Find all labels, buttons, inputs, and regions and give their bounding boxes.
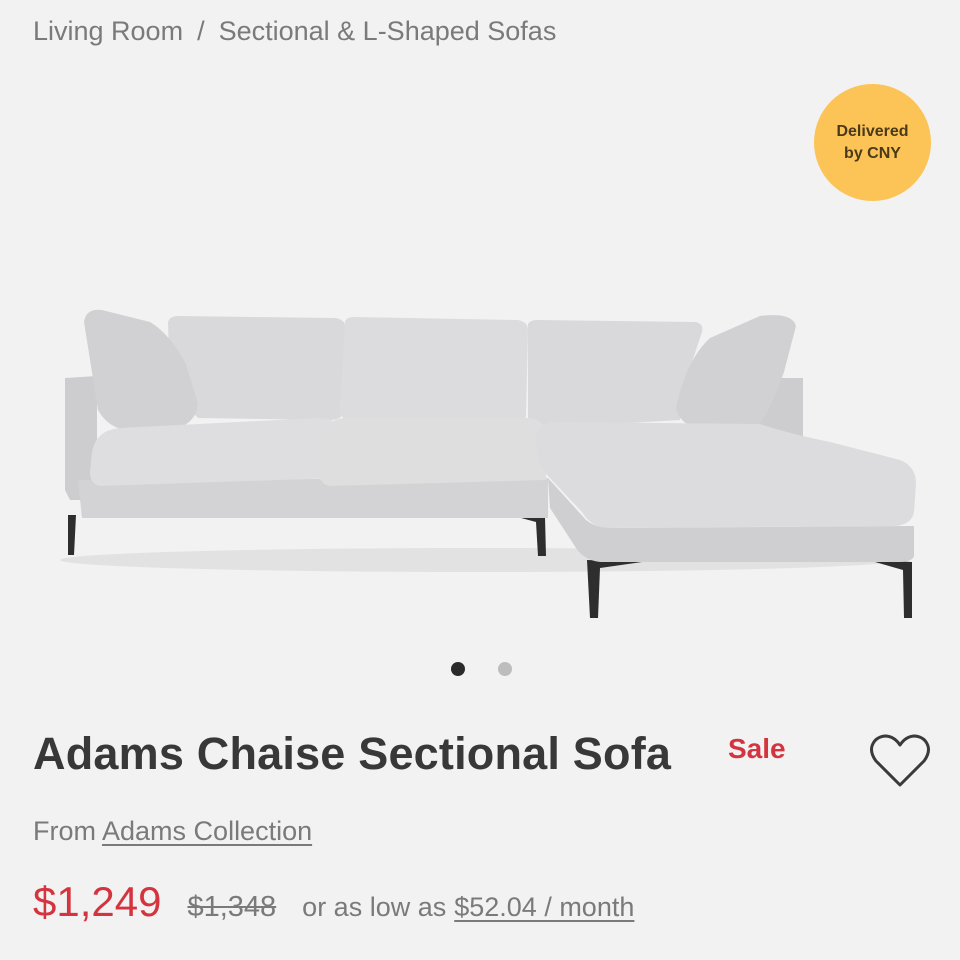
- carousel-indicator: [0, 662, 960, 678]
- breadcrumb-item-living-room[interactable]: Living Room: [33, 16, 183, 46]
- sale-label: Sale: [728, 733, 786, 764]
- product-title-row: Adams Chaise Sectional Sofa: [33, 728, 671, 780]
- breadcrumb: Living Room / Sectional & L-Shaped Sofas: [33, 16, 556, 47]
- financing-prefix: or as low as: [302, 892, 447, 922]
- collection-row: From Adams Collection: [33, 816, 312, 847]
- sale-price: $1,249: [33, 878, 162, 925]
- financing-link[interactable]: $52.04 / month: [454, 892, 634, 922]
- carousel-dot-1[interactable]: [451, 662, 465, 676]
- from-label: From: [33, 816, 96, 846]
- product-image[interactable]: [0, 280, 960, 630]
- delivery-badge-line1: Delivered: [836, 122, 909, 140]
- product-title: Adams Chaise Sectional Sofa: [33, 728, 672, 779]
- original-price: $1,348: [187, 891, 277, 923]
- collection-link[interactable]: Adams Collection: [102, 816, 312, 846]
- heart-outline-icon[interactable]: [868, 733, 932, 789]
- delivery-badge: Delivered by CNY: [814, 84, 931, 201]
- delivery-badge-line2: by CNY: [844, 144, 901, 162]
- price-row: $1,249 $1,348 or as low as $52.04 / month: [33, 878, 634, 926]
- breadcrumb-item-sectionals[interactable]: Sectional & L-Shaped Sofas: [219, 16, 557, 46]
- carousel-dot-2[interactable]: [498, 662, 512, 676]
- breadcrumb-separator: /: [197, 16, 205, 46]
- financing-info: or as low as $52.04 / month: [302, 892, 634, 923]
